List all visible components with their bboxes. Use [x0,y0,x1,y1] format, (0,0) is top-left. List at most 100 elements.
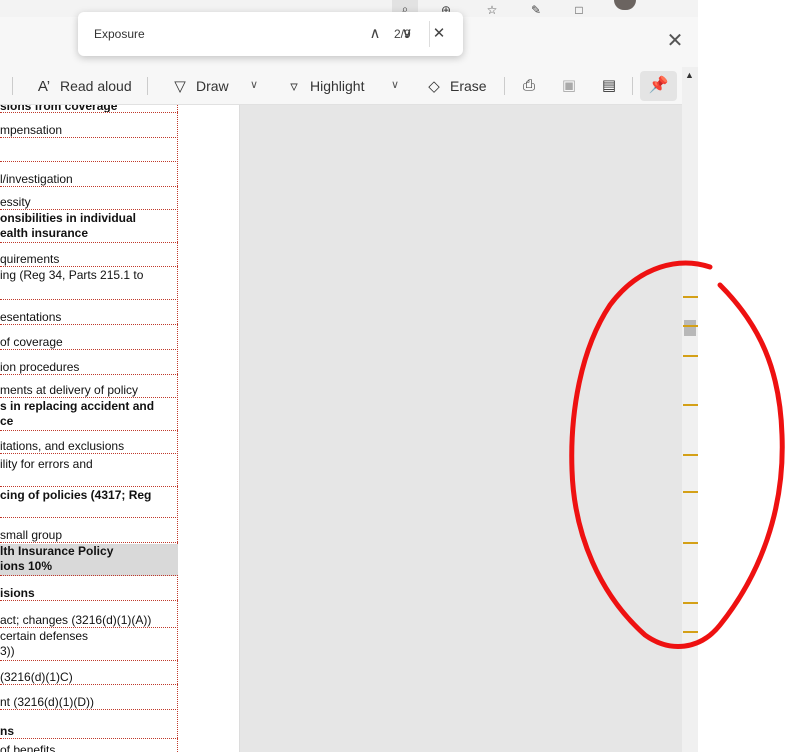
toc-line: cing of policies (4317; Reg [0,488,152,502]
erase-label: Erase [450,78,487,94]
toc-row: (3216(d)(1)C) [0,668,178,685]
toc-line: lth Insurance Policy [0,544,114,558]
toc-line: sions from coverage [0,105,118,113]
find-next-button[interactable]: ∨ [396,23,418,45]
search-result-marker [683,296,698,298]
toc-row: s in replacing accident and ce [0,399,178,431]
find-input[interactable] [94,26,304,42]
scroll-up-arrow-icon[interactable]: ▲ [685,70,694,80]
toc-row: small group [0,528,178,543]
favorites-icon[interactable]: ☆ [479,0,505,17]
toc-line: isions [0,586,35,600]
search-result-marker [683,454,698,456]
highlight-label: Highlight [310,78,365,94]
toc-line: ealth insurance [0,226,89,240]
toc-row: nt (3216(d)(1)(D)) [0,693,178,710]
toc-line: certain defenses [0,629,89,643]
find-previous-button[interactable]: ∧ [364,23,386,45]
toc-line: ns [0,724,15,738]
toc-row: ns [0,717,178,739]
toc-line: esentations [0,310,62,324]
toc-line: 3)) [0,644,15,658]
toc-line: act; changes (3216(d)(1)(A)) [0,613,152,627]
pin-toolbar-icon[interactable]: 📌 [640,71,677,101]
toc-row: onsibilities in individual ealth insuranc… [0,211,178,243]
collections-icon[interactable]: □ [566,0,592,17]
toc-line: ce [0,414,14,428]
find-bar: 2/9 ∧ ∨ ✕ [78,12,463,56]
toc-line: essity [0,195,31,209]
toolbar-divider [504,77,505,95]
highlight-button[interactable]: ▿ Highlight [284,76,364,96]
toc-row: isions [0,584,178,601]
profile-avatar[interactable] [614,0,636,10]
toc-row [0,138,178,162]
toc-row: itations, and exclusions [0,439,178,454]
toc-line: of benefits [0,743,56,752]
toc-line: s in replacing accident and [0,399,155,413]
toc-line: ility for errors and [0,457,93,471]
draw-icon: ▽ [174,78,186,95]
toc-row: of coverage [0,333,178,350]
toc-line: nt (3216(d)(1)(D)) [0,695,95,709]
toolbar-divider [12,77,13,95]
read-aloud-label: Read aloud [60,78,132,94]
toc-row: ion procedures [0,358,178,375]
vertical-scrollbar[interactable]: ▲ [682,67,698,752]
toc-row: act; changes (3216(d)(1)(A)) [0,611,178,628]
toc-line: mpensation [0,123,63,137]
draw-button[interactable]: ▽ Draw [170,76,229,96]
toc-row: certain defenses 3)) [0,629,178,661]
table-of-contents: sions from coverage mpensation l/investiga… [0,105,178,752]
highlight-dropdown-chevron-icon[interactable]: ∨ [391,78,399,91]
search-result-marker [683,542,698,544]
search-result-marker [683,631,698,633]
draw-label: Draw [196,78,229,94]
search-result-marker [683,602,698,604]
eraser-icon: ◇ [428,78,440,95]
save-as-icon[interactable]: ▤ [597,76,621,96]
toc-row: quirements [0,251,178,267]
toc-row: sions from coverage [0,105,178,113]
toolbar-divider [632,77,633,95]
highlight-icon: ▿ [290,78,298,95]
search-result-marker [683,491,698,493]
close-icon[interactable]: ✕ [664,30,686,52]
toc-line: onsibilities in individual [0,211,137,225]
toc-row: of benefits [0,743,178,752]
toc-row: ing (Reg 34, Parts 215.1 to [0,268,178,300]
close-icon: ✕ [432,25,446,42]
toc-line: ions 10% [0,559,53,573]
find-close-button[interactable]: ✕ [428,23,450,45]
toc-line: itations, and exclusions [0,439,125,453]
search-result-marker [683,404,698,406]
toc-row: ments at delivery of policy [0,383,178,398]
toc-row: esentations [0,308,178,325]
read-aloud-icon: A’ [37,77,51,95]
chevron-down-icon: ∨ [401,25,413,42]
toc-line: (3216(d)(1)C) [0,670,73,684]
print-icon[interactable]: ⎙ [517,76,541,96]
pdf-page[interactable]: sions from coverage mpensation l/investiga… [0,105,240,752]
draw-dropdown-chevron-icon[interactable]: ∨ [250,78,258,91]
toc-line: small group [0,528,63,542]
toc-line: ion procedures [0,360,80,374]
edit-icon[interactable]: ✎ [523,0,549,17]
toc-line: ments at delivery of policy [0,383,139,397]
toolbar-divider [147,77,148,95]
toc-line: ing (Reg 34, Parts 215.1 to [0,268,144,282]
save-icon[interactable]: ▣ [557,76,581,96]
erase-button[interactable]: ◇ Erase [424,76,487,96]
toc-line: of coverage [0,335,63,349]
scroll-thumb[interactable] [684,320,696,336]
read-aloud-button[interactable]: A’ Read aloud [34,76,132,96]
pdf-toolbar: A’ Read aloud ▽ Draw ∨ ▿ Highlight ∨ ◇ E… [0,67,698,105]
toc-line: l/investigation [0,172,73,186]
search-result-marker [683,325,698,327]
toc-row: lth Insurance Policy ions 10% [0,544,178,576]
toc-row: ility for errors and [0,457,178,487]
toc-row: cing of policies (4317; Reg [0,488,178,518]
chevron-up-icon: ∧ [369,25,381,42]
toc-row: l/investigation [0,169,178,187]
toc-line: quirements [0,252,60,266]
